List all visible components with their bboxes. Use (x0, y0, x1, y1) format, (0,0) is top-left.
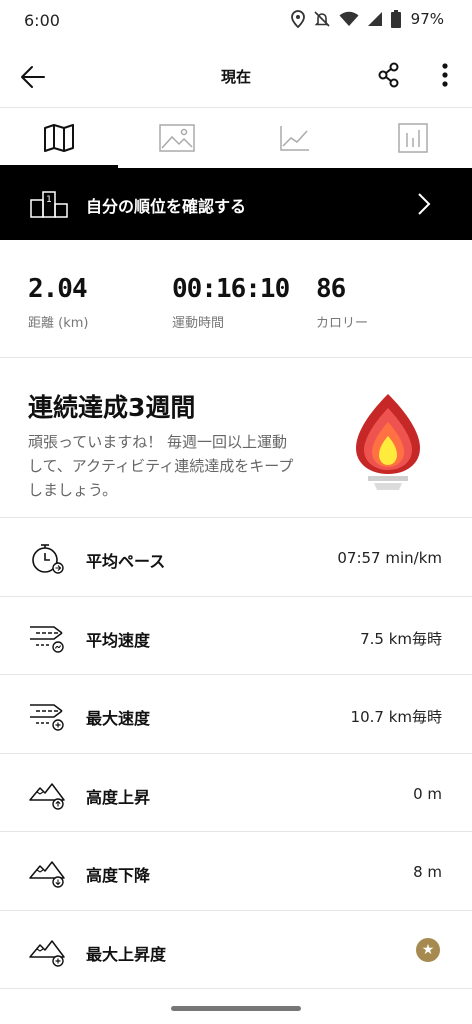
tab-photos[interactable] (118, 108, 236, 168)
metric-value: 07:57 min/km (337, 549, 442, 567)
duration-label: 運動時間 (172, 316, 225, 331)
metric-row-elevation-loss: 高度下降 8 m (0, 832, 472, 911)
metric-row-max-speed: 最大速度 10.7 km毎時 (0, 675, 472, 754)
metric-row-max-elevation: 最大上昇度 ★ (0, 911, 472, 989)
bar-chart-icon (398, 123, 428, 153)
location-icon (290, 10, 305, 28)
wifi-icon (339, 11, 359, 26)
metric-label: 最大速度 (86, 709, 151, 728)
elevation-gain-icon (29, 782, 65, 810)
streak-description: 頑張っていますね！ 毎週一回以上運動して、アクティビティ連続達成をキープしましょ… (28, 433, 294, 499)
speed-average-icon (30, 625, 64, 653)
elevation-max-icon (29, 939, 65, 967)
streak-card: 連続達成3週間 頑張っていますね！ 毎週一回以上運動して、アクティビティ連続達成… (0, 358, 472, 518)
calories-label: カロリー (316, 316, 369, 331)
summary-stats: 2.04 距離 (km) 00:16:10 運動時間 86 カロリー (0, 240, 472, 358)
status-time: 6:00 (24, 11, 60, 30)
metric-label: 高度上昇 (86, 787, 151, 807)
streak-title: 連続達成3週間 (28, 393, 196, 422)
app-bar: 現在 (0, 42, 472, 108)
tab-graph[interactable] (236, 108, 354, 168)
home-indicator[interactable] (171, 1006, 301, 1011)
metric-label: 高度下降 (86, 866, 151, 885)
line-chart-icon (280, 126, 309, 151)
podium-icon: 1 (30, 191, 68, 218)
mute-icon (314, 11, 330, 27)
stat-duration: 00:16:10 運動時間 (172, 274, 290, 331)
metric-label: 平均ペース (86, 552, 166, 571)
rank-digit: 1 (46, 195, 52, 205)
map-icon (44, 124, 74, 152)
metric-row-average-speed: 平均速度 7.5 km毎時 (0, 597, 472, 675)
share-icon[interactable] (374, 60, 404, 90)
metric-label: 最大上昇度 (86, 944, 167, 964)
elevation-loss-icon (29, 861, 65, 888)
tab-stats[interactable] (354, 108, 472, 168)
stopwatch-icon (32, 544, 64, 574)
metric-value: 0 m (413, 784, 442, 803)
metric-row-elevation-gain: 高度上昇 0 m (0, 754, 472, 832)
premium-star-icon[interactable]: ★ (416, 937, 440, 962)
rank-banner[interactable]: 1 自分の順位を確認する (0, 168, 472, 240)
rank-banner-label: 自分の順位を確認する (86, 197, 247, 216)
battery-icon (390, 10, 401, 28)
speed-max-icon (30, 704, 64, 731)
stat-calories: 86 カロリー (316, 274, 368, 331)
calories-value: 86 (316, 274, 346, 304)
status-bar: 6:00 97% (0, 0, 472, 42)
signal-icon (367, 12, 382, 26)
distance-value: 2.04 (28, 274, 88, 304)
tab-map[interactable] (0, 108, 118, 168)
distance-label: 距離 (km) (28, 316, 89, 331)
metrics-list: 平均ペース 07:57 min/km 平均速度 7.5 km毎時 最大速度 10… (0, 518, 472, 989)
more-vertical-icon[interactable] (432, 60, 458, 90)
chevron-right-icon (418, 193, 431, 215)
metric-row-average-pace: 平均ペース 07:57 min/km (0, 518, 472, 597)
metric-value: 10.7 km毎時 (350, 708, 442, 726)
metric-value: 7.5 km毎時 (360, 629, 442, 648)
metric-label: 平均速度 (86, 630, 151, 650)
metric-value: 8 m (413, 863, 442, 881)
battery-percent: 97% (410, 10, 444, 28)
tab-bar (0, 108, 472, 168)
stat-distance: 2.04 距離 (km) (28, 274, 88, 331)
status-icons: 97% (290, 10, 444, 28)
flame-torch-icon (356, 394, 420, 490)
duration-value: 00:16:10 (172, 274, 290, 304)
photo-icon (159, 124, 195, 152)
